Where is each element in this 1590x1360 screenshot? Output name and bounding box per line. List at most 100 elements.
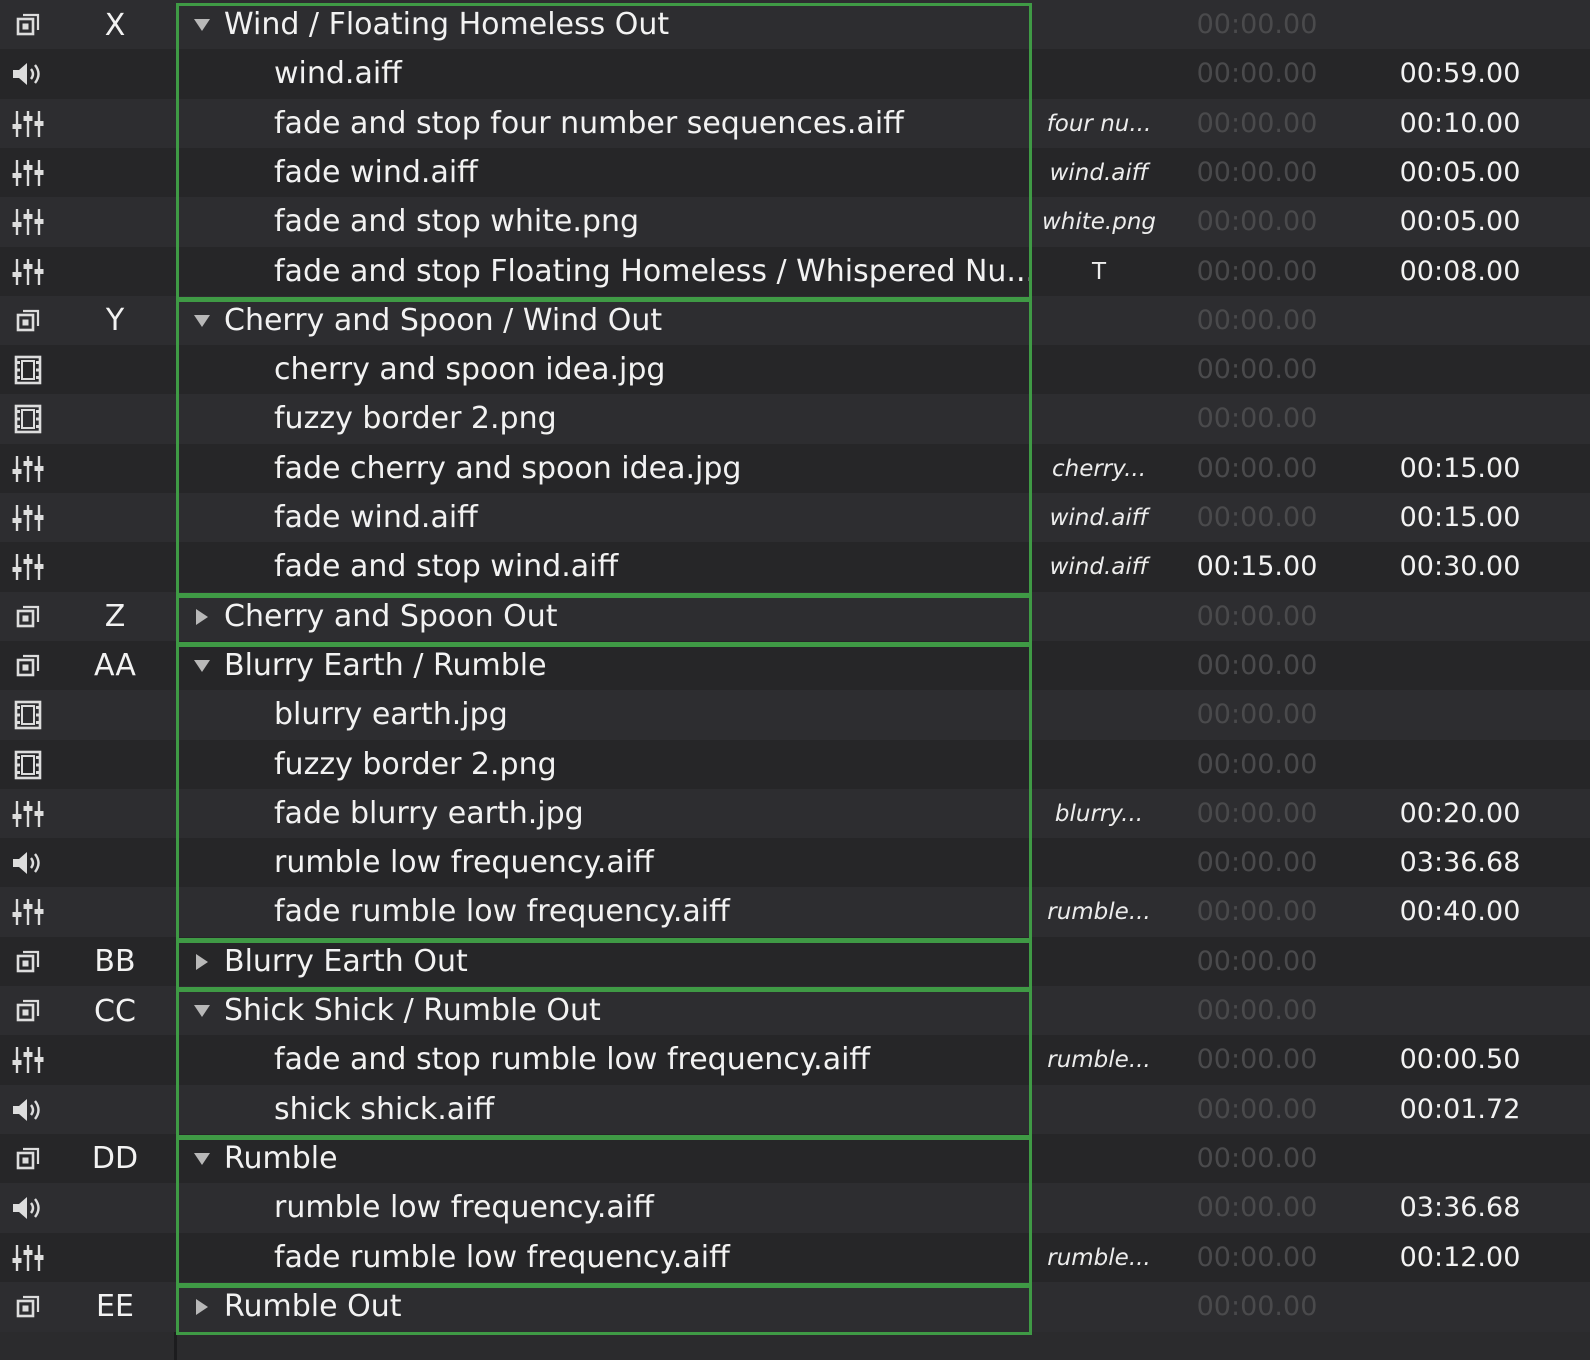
cue-prewait[interactable]: 00:00.00 [1180, 1233, 1334, 1283]
cue-prewait[interactable]: 00:00.00 [1180, 493, 1334, 543]
cue-name[interactable]: Blurry Earth / Rumble [224, 641, 547, 691]
cue-number[interactable]: Z [56, 592, 174, 642]
cue-prewait[interactable]: 00:00.00 [1180, 247, 1334, 297]
cue-target[interactable]: wind.aiff [1034, 542, 1164, 592]
cue-prewait[interactable]: 00:00.00 [1180, 99, 1334, 149]
cue-row[interactable]: rumble low frequency.aiff 00:00.00 03:36.6… [0, 838, 1590, 889]
cue-prewait[interactable]: 00:00.00 [1180, 1085, 1334, 1135]
cue-row[interactable]: fade wind.aiff wind.aiff 00:00.00 00:15.00 [0, 493, 1590, 543]
cue-row[interactable]: fade blurry earth.jpg blurry... 00:00.00 00… [0, 788, 1590, 839]
cue-action-duration[interactable] [1380, 394, 1540, 444]
cue-name[interactable]: Wind / Floating Homeless Out [224, 0, 669, 50]
group-cue-row[interactable]: DD Rumble 00:00.00 [0, 1133, 1590, 1184]
cue-prewait[interactable]: 00:00.00 [1180, 592, 1334, 642]
cue-number[interactable] [56, 247, 174, 297]
cue-action-duration[interactable] [1380, 0, 1540, 50]
cue-number[interactable]: BB [56, 937, 174, 987]
cue-name[interactable]: Rumble [224, 1134, 338, 1184]
disclosure-collapsed-icon[interactable] [188, 1282, 216, 1332]
cue-target[interactable] [1034, 1282, 1164, 1332]
cue-target[interactable] [1034, 296, 1164, 346]
cue-row[interactable]: fade and stop white.png white.png 00:00.00… [0, 197, 1590, 248]
cue-number[interactable] [56, 99, 174, 149]
cue-target[interactable] [1034, 49, 1164, 99]
group-cue-row[interactable]: CC Shick Shick / Rumble Out 00:00.00 [0, 986, 1590, 1036]
cue-target[interactable]: wind.aiff [1034, 148, 1164, 198]
disclosure-expanded-icon[interactable] [188, 0, 216, 50]
cue-row[interactable]: shick shick.aiff 00:00.00 00:01.72 [0, 1084, 1590, 1135]
cue-name[interactable]: fade blurry earth.jpg [274, 789, 584, 839]
cue-action-duration[interactable]: 00:40.00 [1380, 887, 1540, 937]
cue-prewait[interactable]: 00:00.00 [1180, 394, 1334, 444]
cue-target[interactable]: wind.aiff [1034, 493, 1164, 543]
cue-target[interactable] [1034, 394, 1164, 444]
cue-action-duration[interactable] [1380, 1134, 1540, 1184]
cue-row[interactable]: fade and stop Floating Homeless / Whispe… [0, 246, 1590, 297]
cue-name[interactable]: fade rumble low frequency.aiff [274, 1233, 730, 1283]
group-cue-row[interactable]: AA Blurry Earth / Rumble 00:00.00 [0, 640, 1590, 691]
cue-target[interactable] [1034, 0, 1164, 50]
cue-number[interactable]: Y [56, 296, 174, 346]
cue-action-duration[interactable]: 00:20.00 [1380, 789, 1540, 839]
cue-number[interactable] [56, 197, 174, 247]
cue-name[interactable]: Blurry Earth Out [224, 937, 468, 987]
cue-name[interactable]: fade and stop four number sequences.aiff [274, 99, 904, 149]
cue-action-duration[interactable]: 03:36.68 [1380, 838, 1540, 888]
cue-number[interactable]: CC [56, 986, 174, 1036]
cue-number[interactable] [56, 493, 174, 543]
cue-target[interactable]: cherry... [1034, 444, 1164, 494]
cue-name[interactable]: fade and stop rumble low frequency.aiff [274, 1035, 870, 1085]
cue-action-duration[interactable]: 03:36.68 [1380, 1183, 1540, 1233]
cue-action-duration[interactable] [1380, 641, 1540, 691]
cue-target[interactable]: blurry... [1034, 789, 1164, 839]
cue-row[interactable]: fade and stop rumble low frequency.aiff r… [0, 1035, 1590, 1086]
cue-action-duration[interactable] [1380, 937, 1540, 987]
group-cue-row[interactable]: BB Blurry Earth Out 00:00.00 [0, 936, 1590, 987]
cue-number[interactable]: DD [56, 1134, 174, 1184]
cue-row[interactable]: fuzzy border 2.png 00:00.00 [0, 739, 1590, 790]
cue-target[interactable] [1034, 986, 1164, 1036]
cue-action-duration[interactable] [1380, 986, 1540, 1036]
cue-number[interactable] [56, 542, 174, 592]
cue-number[interactable] [56, 838, 174, 888]
cue-action-duration[interactable]: 00:30.00 [1380, 542, 1540, 592]
cue-number[interactable] [56, 789, 174, 839]
cue-row[interactable]: fade wind.aiff wind.aiff 00:00.00 00:05.00 [0, 147, 1590, 198]
group-cue-row[interactable]: X Wind / Floating Homeless Out 00:00.00 [0, 0, 1590, 50]
cue-prewait[interactable]: 00:00.00 [1180, 197, 1334, 247]
cue-row[interactable]: fade and stop wind.aiff wind.aiff 00:15.00… [0, 542, 1590, 593]
cue-name[interactable]: fade and stop wind.aiff [274, 542, 618, 592]
cue-action-duration[interactable]: 00:10.00 [1380, 99, 1540, 149]
cue-prewait[interactable]: 00:00.00 [1180, 49, 1334, 99]
cue-row[interactable]: fade cherry and spoon idea.jpg cherry... 0… [0, 443, 1590, 494]
disclosure-expanded-icon[interactable] [188, 641, 216, 691]
cue-action-duration[interactable] [1380, 740, 1540, 790]
cue-target[interactable]: rumble... [1034, 1233, 1164, 1283]
disclosure-collapsed-icon[interactable] [188, 937, 216, 987]
cue-action-duration[interactable] [1380, 345, 1540, 395]
cue-number[interactable] [56, 444, 174, 494]
cue-prewait[interactable]: 00:00.00 [1180, 641, 1334, 691]
cue-prewait[interactable]: 00:00.00 [1180, 838, 1334, 888]
cue-prewait[interactable]: 00:00.00 [1180, 444, 1334, 494]
cue-prewait[interactable]: 00:00.00 [1180, 1282, 1334, 1332]
cue-target[interactable]: four nu... [1034, 99, 1164, 149]
cue-row[interactable]: blurry earth.jpg 00:00.00 [0, 690, 1590, 741]
cue-action-duration[interactable]: 00:05.00 [1380, 148, 1540, 198]
cue-prewait[interactable]: 00:00.00 [1180, 296, 1334, 346]
cue-number[interactable]: AA [56, 641, 174, 691]
cue-prewait[interactable]: 00:00.00 [1180, 0, 1334, 50]
cue-row[interactable]: rumble low frequency.aiff 00:00.00 03:36.6… [0, 1183, 1590, 1234]
cue-action-duration[interactable]: 00:08.00 [1380, 247, 1540, 297]
cue-prewait[interactable]: 00:00.00 [1180, 1134, 1334, 1184]
cue-number[interactable] [56, 394, 174, 444]
cue-name[interactable]: fade wind.aiff [274, 493, 478, 543]
cue-target[interactable] [1034, 345, 1164, 395]
cue-name[interactable]: fuzzy border 2.png [274, 740, 557, 790]
cue-number[interactable] [56, 49, 174, 99]
cue-target[interactable] [1034, 838, 1164, 888]
cue-action-duration[interactable]: 00:01.72 [1380, 1085, 1540, 1135]
cue-row[interactable]: wind.aiff 00:00.00 00:59.00 [0, 49, 1590, 100]
cue-prewait[interactable]: 00:00.00 [1180, 690, 1334, 740]
cue-action-duration[interactable]: 00:59.00 [1380, 49, 1540, 99]
